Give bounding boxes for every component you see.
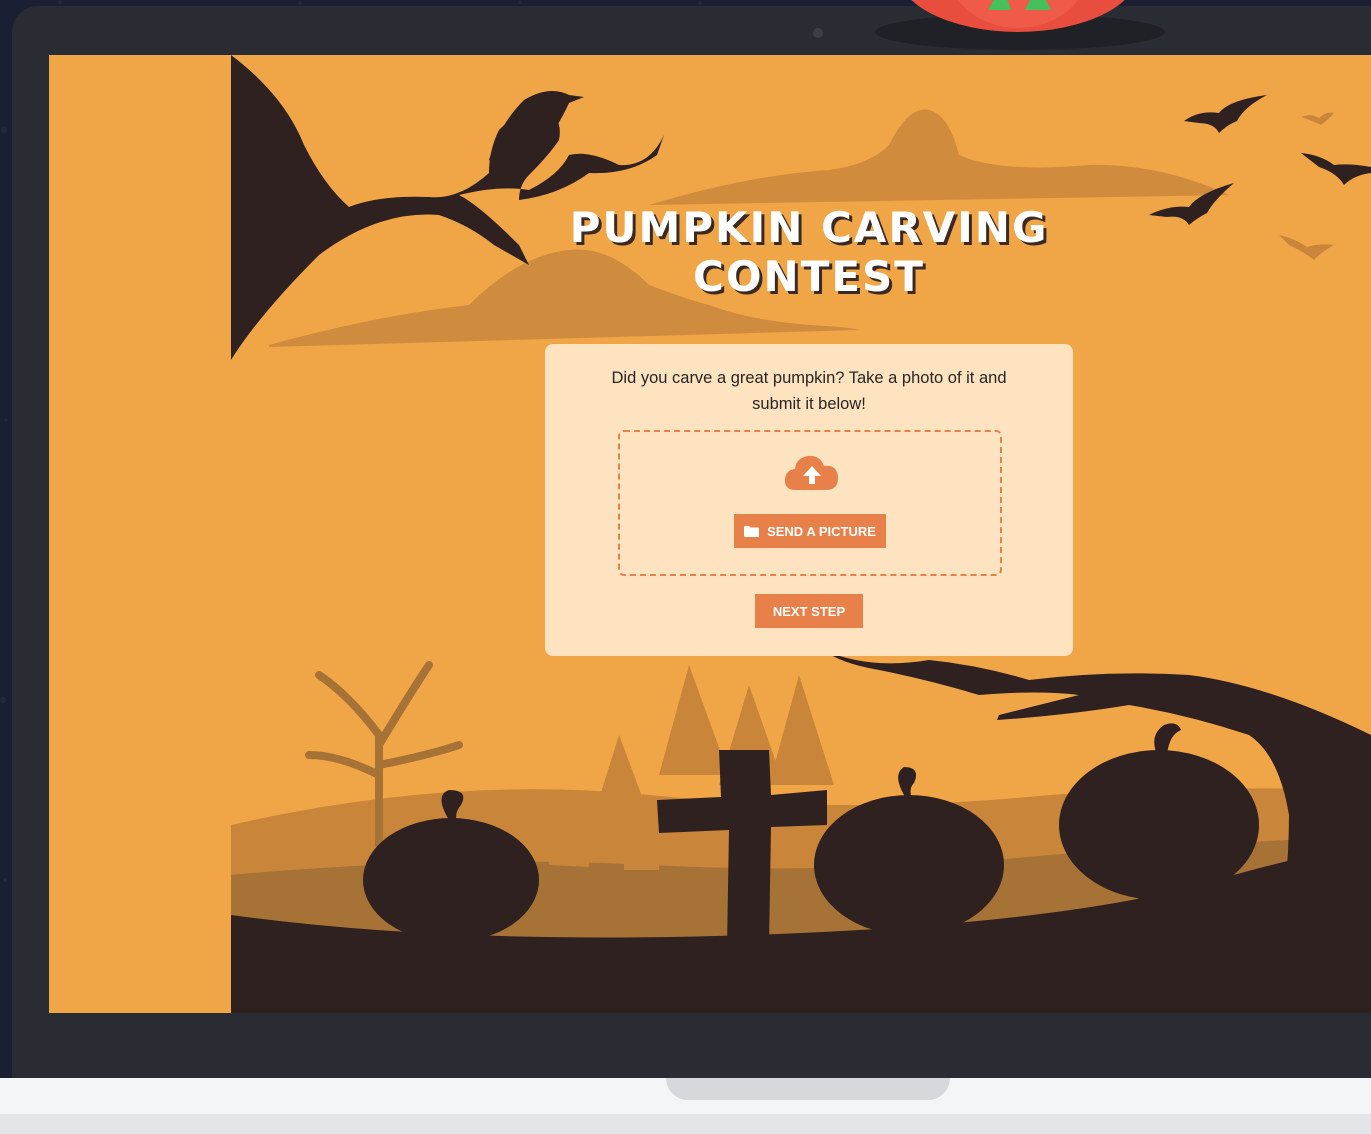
screen: PUMPKIN CARVING CONTEST Did you carve a … [49,55,1371,1013]
cloud-upload-icon [784,455,839,490]
camera-dot [813,28,823,38]
laptop-base-edge [0,1114,1371,1134]
laptop-notch [666,1078,950,1100]
next-step-button[interactable]: NEXT STEP [755,594,863,628]
folder-icon [744,525,760,537]
intro-text: Did you carve a great pumpkin? Take a ph… [611,369,1007,413]
page-title: PUMPKIN CARVING CONTEST [569,203,1049,301]
decorative-pumpkin-icon [911,0,1125,32]
send-picture-label: SEND A PICTURE [767,523,876,539]
send-picture-button[interactable]: SEND A PICTURE [734,514,886,548]
upload-dropzone[interactable]: SEND A PICTURE [618,430,1002,576]
submission-card: Did you carve a great pumpkin? Take a ph… [545,344,1073,656]
